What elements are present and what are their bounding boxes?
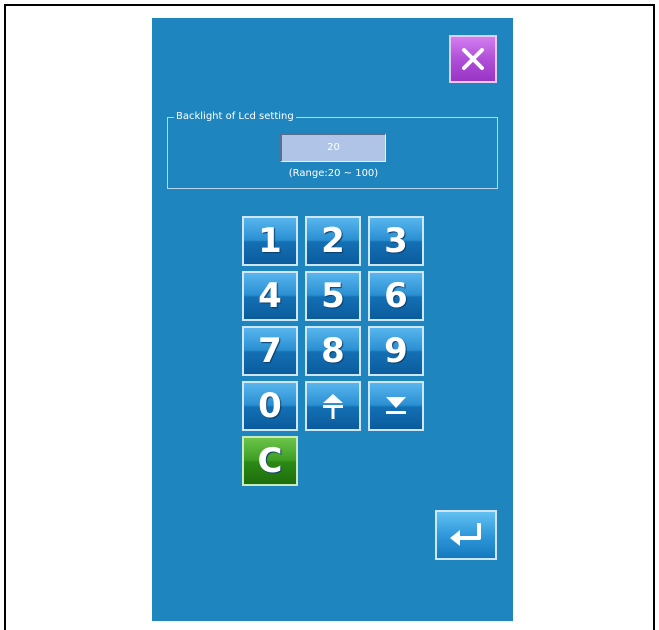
key-5[interactable]: 5 [305, 271, 361, 321]
clear-button[interactable]: C [242, 436, 298, 486]
decrease-icon [386, 397, 406, 414]
increase-icon [323, 394, 343, 419]
backlight-setting-group: Backlight of Lcd setting 20 (Range:20 ~ … [167, 109, 498, 189]
backlight-value-field[interactable]: 20 [280, 133, 386, 162]
enter-button[interactable] [435, 510, 497, 560]
key-2[interactable]: 2 [305, 216, 361, 266]
range-hint: (Range:20 ~ 100) [288, 168, 379, 179]
key-6[interactable]: 6 [368, 271, 424, 321]
key-7[interactable]: 7 [242, 326, 298, 376]
decrease-button[interactable] [368, 381, 424, 431]
key-3[interactable]: 3 [368, 216, 424, 266]
group-title: Backlight of Lcd setting [174, 109, 296, 125]
increase-button[interactable] [305, 381, 361, 431]
key-0[interactable]: 0 [242, 381, 298, 431]
lcd-screen: Backlight of Lcd setting 20 (Range:20 ~ … [152, 18, 513, 621]
key-9[interactable]: 9 [368, 326, 424, 376]
close-icon [462, 48, 484, 70]
key-1[interactable]: 1 [242, 216, 298, 266]
key-4[interactable]: 4 [242, 271, 298, 321]
close-button[interactable] [449, 35, 497, 83]
key-8[interactable]: 8 [305, 326, 361, 376]
enter-icon [450, 523, 481, 546]
